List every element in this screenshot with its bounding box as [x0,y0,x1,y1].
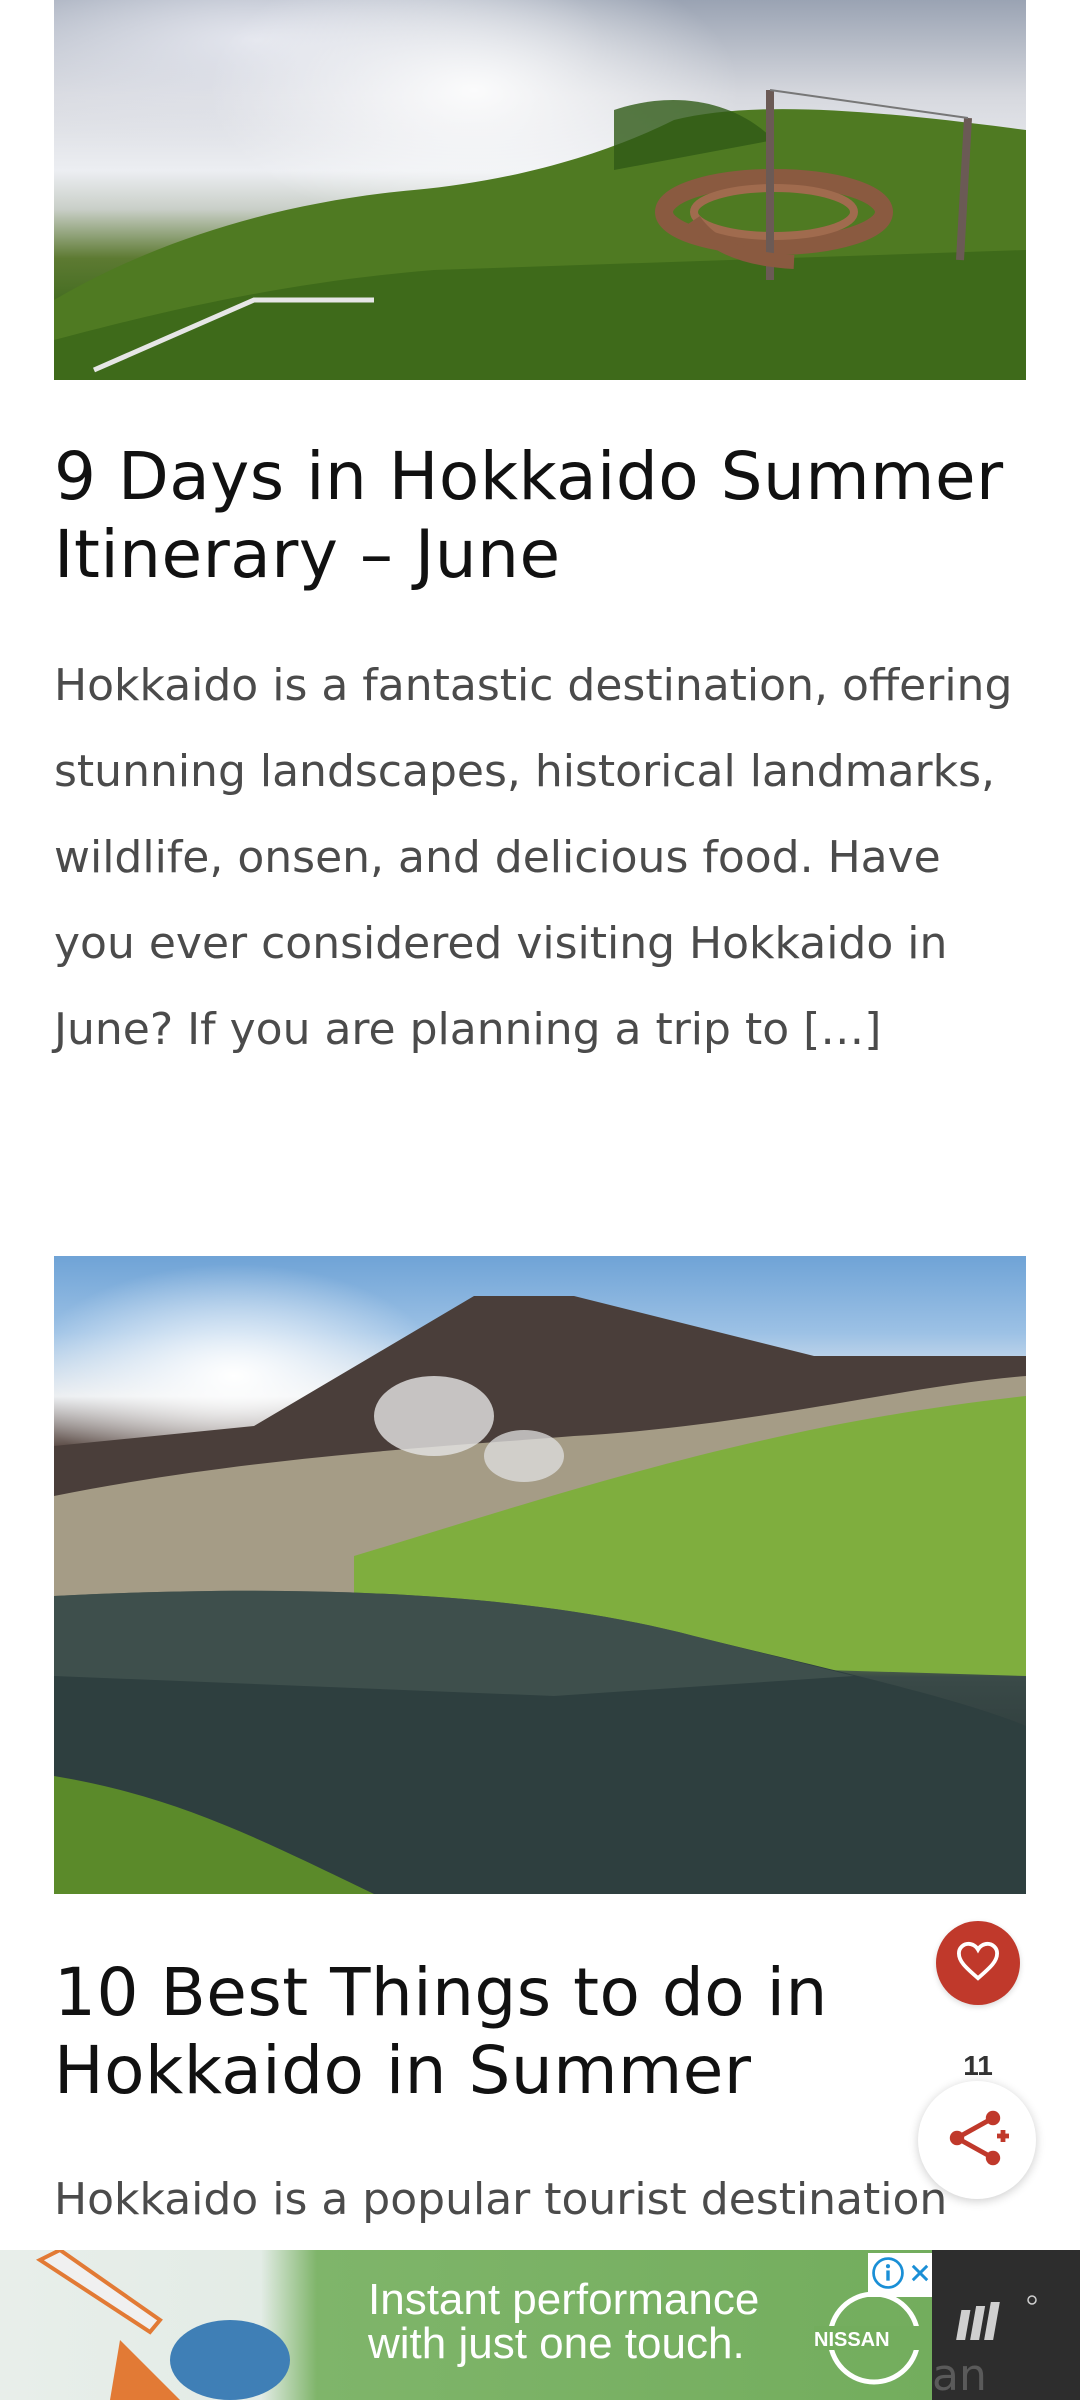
post-image-asahidake-volcano-lake[interactable] [54,1256,1026,1894]
ad-brand-text: NISSAN [814,2329,890,2351]
ad-choices[interactable] [868,2253,932,2297]
post-title[interactable]: 9 Days in Hokkaido Summer Itinerary – Ju… [54,438,1014,594]
ad-headline-line1: Instant performance [368,2275,760,2324]
post-excerpt: Hokkaido is a fantastic destination, off… [54,660,1013,1055]
share-button[interactable] [918,2081,1036,2199]
ad-headline-line2: with just one touch. [368,2319,745,2368]
heart-icon [955,1940,1001,1986]
share-icon [945,2108,1009,2172]
info-icon[interactable] [871,2256,905,2294]
ad-headline: Instant performance with just one touch. [368,2278,759,2366]
ad-creative[interactable]: Instant performance with just one touch.… [0,2250,934,2400]
like-button[interactable] [936,1921,1020,2005]
post-title[interactable]: 10 Best Things to do in Hokkaido in Summ… [54,1954,1014,2110]
post-image-hokkaido-observation-deck[interactable] [54,0,1026,380]
close-icon[interactable] [911,2264,929,2286]
ad-side-text: an [932,2350,987,2401]
